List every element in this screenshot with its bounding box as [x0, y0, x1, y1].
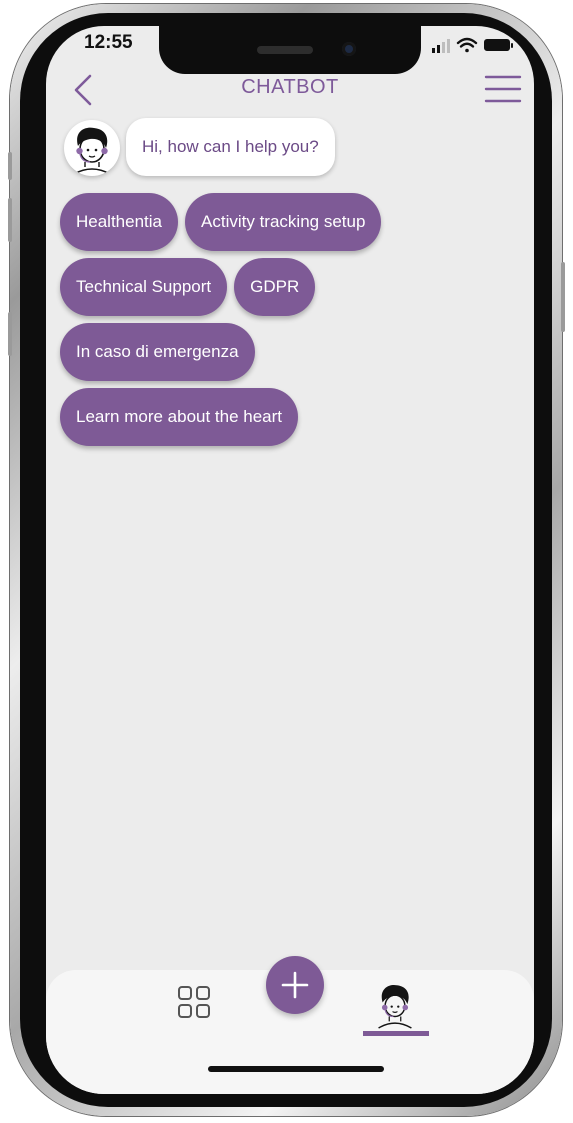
battery-icon: [484, 39, 513, 51]
quick-reply-options: Healthentia Activity tracking setup Tech…: [60, 193, 520, 453]
option-technical-support[interactable]: Technical Support: [60, 258, 228, 316]
phone-side-button: [8, 152, 12, 180]
hamburger-menu-icon: [484, 75, 522, 103]
option-activity-tracking-setup[interactable]: Activity tracking setup: [185, 193, 382, 251]
option-gdpr[interactable]: GDPR: [234, 258, 316, 316]
add-button[interactable]: [266, 956, 324, 1014]
option-row: In caso di emergenza: [60, 323, 520, 381]
bot-message-bubble: Hi, how can I help you?: [126, 118, 335, 176]
status-icons: [432, 37, 513, 53]
chatbot-tab[interactable]: [372, 980, 418, 1030]
signal-icon: [432, 39, 450, 53]
phone-side-button: [561, 262, 565, 332]
option-row: Learn more about the heart: [60, 388, 520, 446]
phone-notch: [159, 26, 421, 74]
option-learn-more-about-the-heart[interactable]: Learn more about the heart: [60, 388, 299, 446]
chatbot-avatar-icon: [73, 127, 111, 175]
bot-avatar: [64, 120, 120, 176]
dashboard-grid-icon: [178, 986, 210, 1018]
option-in-caso-di-emergenza[interactable]: In caso di emergenza: [60, 323, 255, 381]
status-time: 12:55: [84, 32, 133, 53]
speaker-grille: [257, 46, 313, 54]
option-row: Technical Support GDPR: [60, 258, 520, 316]
active-tab-indicator: [363, 1031, 429, 1036]
phone-side-button: [8, 198, 12, 242]
app-screen: 12:55 CHATBOT Hi, how can I help you? He…: [46, 26, 534, 1094]
menu-button[interactable]: [484, 74, 522, 104]
front-camera: [342, 42, 356, 56]
chatbot-avatar-icon: [378, 985, 412, 1029]
page-title: CHATBOT: [241, 76, 339, 98]
home-indicator[interactable]: [208, 1066, 384, 1072]
option-healthentia[interactable]: Healthentia: [60, 193, 179, 251]
plus-icon: [281, 971, 309, 999]
option-row: Healthentia Activity tracking setup: [60, 193, 520, 251]
dashboard-tab[interactable]: [177, 985, 211, 1019]
phone-side-button: [8, 312, 12, 356]
wifi-icon: [456, 37, 478, 53]
